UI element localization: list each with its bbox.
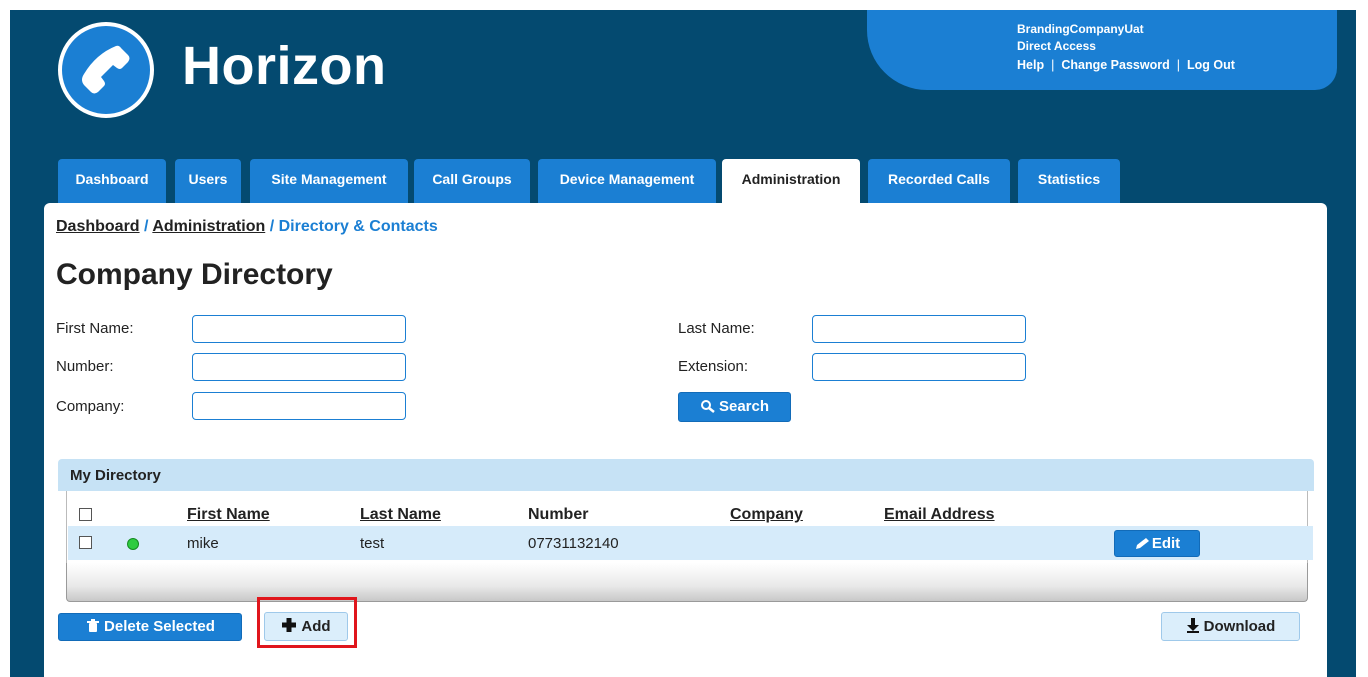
row-checkbox[interactable] [79,536,92,549]
account-company: BrandingCompanyUat [1017,22,1144,36]
tab-call-groups[interactable]: Call Groups [414,159,530,203]
phone-icon [82,45,130,94]
tab-administration[interactable]: Administration [722,159,860,205]
tab-dashboard[interactable]: Dashboard [58,159,166,203]
breadcrumb-separator: / [144,218,149,235]
table-row: mike test 07731132140 Edit [68,526,1313,560]
column-company[interactable]: Company [730,506,803,524]
logout-link[interactable]: Log Out [1187,58,1235,72]
column-email-address[interactable]: Email Address [884,506,995,524]
breadcrumb-dashboard[interactable]: Dashboard [56,218,140,235]
delete-selected-button[interactable]: Delete Selected [58,613,242,641]
app-frame: BrandingCompanyUat Direct Access Help | Ch… [10,10,1356,677]
account-links: Help | Change Password | Log Out [1017,58,1235,72]
column-first-name[interactable]: First Name [187,506,270,524]
search-button-label: Search [718,398,770,415]
tab-device-management[interactable]: Device Management [538,159,716,203]
breadcrumb-administration[interactable]: Administration [152,218,265,235]
link-separator: | [1176,58,1180,72]
search-button[interactable]: Search [678,392,791,422]
cell-number: 07731132140 [528,535,619,552]
extension-label: Extension: [678,358,749,375]
breadcrumb-separator: / [269,218,275,235]
breadcrumb-current: Directory & Contacts [278,218,438,235]
tab-recorded-calls[interactable]: Recorded Calls [868,159,1010,203]
download-button-label: Download [1203,618,1276,635]
directory-header: My Directory [58,459,1314,491]
tab-statistics[interactable]: Statistics [1018,159,1120,203]
edit-button-label: Edit [1151,535,1181,552]
edit-button[interactable]: Edit [1114,530,1200,557]
add-button-highlight [257,597,357,648]
number-input[interactable] [192,353,406,381]
breadcrumb: Dashboard / Administration / Directory &… [56,218,438,236]
account-access: Direct Access [1017,39,1096,53]
directory-title: My Directory [70,467,161,484]
extension-input[interactable] [812,353,1026,381]
logo [58,22,154,118]
first-name-label: First Name: [56,320,134,337]
column-number: Number [528,506,589,523]
first-name-input[interactable] [192,315,406,343]
download-button[interactable]: Download [1161,612,1300,641]
status-online-icon [127,538,139,550]
tab-site-management[interactable]: Site Management [250,159,408,203]
page-title: Company Directory [56,258,333,291]
cell-last-name: test [360,535,385,552]
company-label: Company: [56,398,125,415]
help-link[interactable]: Help [1017,58,1044,72]
content-panel: Dashboard / Administration / Directory &… [44,203,1327,677]
download-icon [1186,618,1199,633]
last-name-label: Last Name: [678,320,755,337]
delete-selected-label: Delete Selected [104,618,215,635]
tab-users[interactable]: Users [175,159,241,203]
cell-first-name: mike [187,535,219,552]
link-separator: | [1051,58,1055,72]
number-label: Number: [56,358,114,375]
select-all-checkbox[interactable] [79,508,92,521]
company-input[interactable] [192,392,406,420]
brand-name: Horizon [182,36,387,96]
column-last-name[interactable]: Last Name [360,506,441,524]
search-icon [700,400,715,413]
pencil-icon [1135,538,1149,549]
last-name-input[interactable] [812,315,1026,343]
change-password-link[interactable]: Change Password [1061,58,1169,72]
directory-footer [66,563,1308,602]
trash-icon [87,619,100,632]
